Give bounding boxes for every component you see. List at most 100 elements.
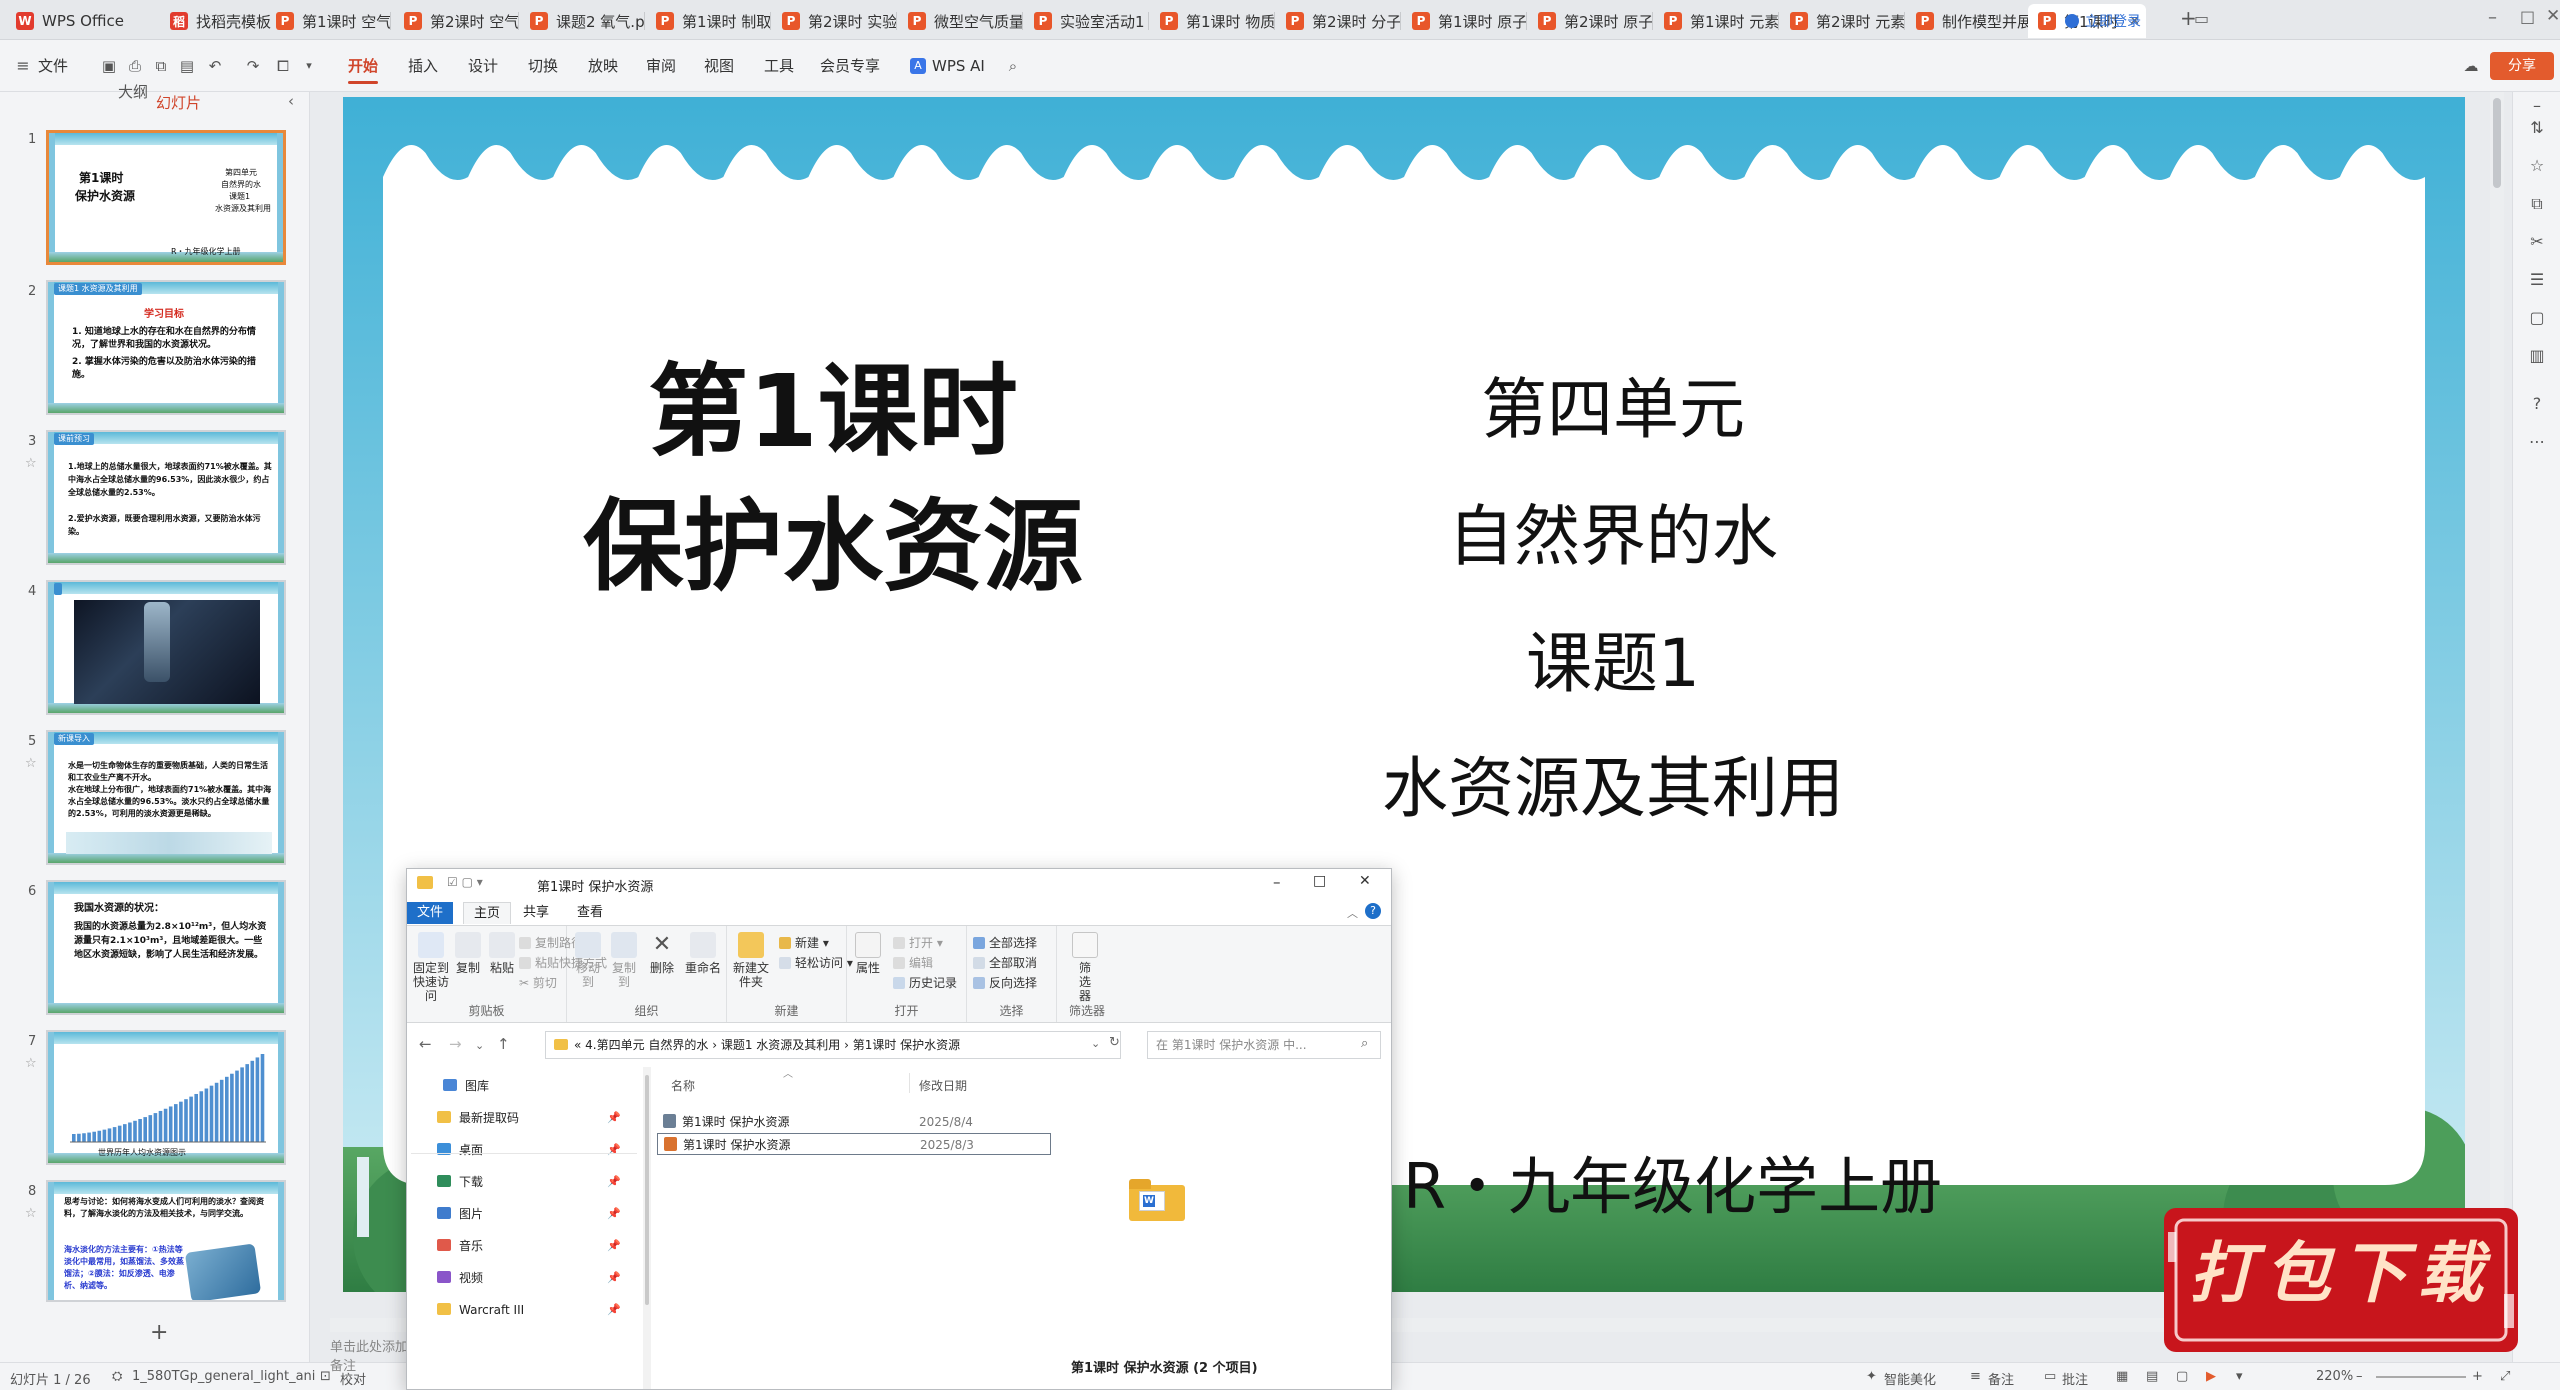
book-icon[interactable]: ▥ bbox=[2527, 346, 2547, 366]
menu-file[interactable]: 文件 bbox=[38, 40, 68, 92]
maximize-icon[interactable]: □ bbox=[1313, 873, 1326, 889]
download-promo-badge[interactable]: 打包下载 bbox=[2160, 1204, 2522, 1356]
new-folder-button[interactable]: 新建文件夹 bbox=[731, 932, 771, 989]
slide-thumbnail-1[interactable]: 第1课时 保护水资源 第四单元 自然界的水 课题1 水资源及其利用 R・九年级化… bbox=[46, 130, 286, 265]
recent-icon[interactable]: ⌄ bbox=[475, 1039, 484, 1052]
document-tab[interactable]: P 第1课时 原子的 bbox=[1402, 4, 1526, 38]
slide-thumbnail-5[interactable]: 新课导入 水是一切生命物体生存的重要物质基础，人类的日常生活和工农业生产离不开水… bbox=[46, 730, 286, 865]
forward-icon[interactable]: → bbox=[449, 1035, 462, 1053]
nav-videos[interactable]: 视频 📌 bbox=[437, 1265, 637, 1291]
document-tab[interactable]: P 第1课时 制取氧 bbox=[646, 4, 770, 38]
notes-placeholder[interactable]: 单击此处添加备注 bbox=[330, 1336, 410, 1374]
slide-unit[interactable]: 第四单元 bbox=[1343, 370, 1883, 450]
nav-warcraft[interactable]: Warcraft III 📌 bbox=[437, 1297, 637, 1323]
pin-quick-access-button[interactable]: 固定到快速访问 bbox=[411, 932, 451, 1003]
search-icon[interactable]: ⌕ bbox=[1004, 57, 1022, 75]
invert-selection-button[interactable]: 反向选择 bbox=[973, 974, 1037, 991]
hamburger-icon[interactable]: ≡ bbox=[14, 57, 32, 75]
delete-button[interactable]: ✕ 删除 bbox=[645, 932, 679, 975]
tab-wps-home[interactable]: W WPS Office bbox=[6, 4, 156, 38]
up-icon[interactable]: ↑ bbox=[497, 1035, 510, 1053]
history-button[interactable]: 历史记录 bbox=[893, 974, 957, 991]
ribbon-tab-home[interactable]: 主页 bbox=[463, 902, 512, 924]
document-tab[interactable]: P 第2课时 空气是 bbox=[394, 4, 518, 38]
ribbon-tab-share[interactable]: 共享 bbox=[513, 902, 559, 924]
play-options-icon[interactable]: ▾ bbox=[2236, 1369, 2243, 1384]
document-tab[interactable]: P 第1课时 物质由 bbox=[1150, 4, 1274, 38]
address-bar[interactable]: « 4.第四单元 自然界的水 › 课题1 水资源及其利用 › 第1课时 保护水资… bbox=[545, 1031, 1121, 1059]
slide-thumbnail-6[interactable]: 我国水资源的状况： 我国的水资源总量为2.8×10¹²m³，但人均水资源量只有2… bbox=[46, 880, 286, 1015]
edit-button[interactable]: 编辑 bbox=[893, 954, 933, 971]
slide-lesson-name[interactable]: 水资源及其利用 bbox=[1263, 749, 1963, 829]
ribbon-tab-view[interactable]: 查看 bbox=[567, 902, 613, 924]
star-icon[interactable]: ☆ bbox=[25, 1056, 37, 1071]
quick-access-toolbar-icon[interactable]: ☑ ▢ ▾ bbox=[447, 875, 483, 889]
share-button[interactable]: 分享 bbox=[2490, 52, 2554, 80]
open-button[interactable]: 打开 ▾ bbox=[893, 934, 943, 951]
star-icon[interactable]: ☆ bbox=[25, 1206, 37, 1221]
maximize-icon[interactable]: □ bbox=[2520, 7, 2535, 26]
menu-item[interactable]: 视图 bbox=[704, 40, 734, 92]
menu-item[interactable]: 设计 bbox=[468, 40, 498, 92]
menu-wps-ai[interactable]: WPS AI bbox=[932, 40, 985, 92]
copy-button[interactable]: 复制 bbox=[453, 932, 483, 975]
move-to-button[interactable]: 移动到 bbox=[571, 932, 605, 989]
document-tab[interactable]: P 第2课时 分子可 bbox=[1276, 4, 1400, 38]
zoom-level[interactable]: 220% bbox=[2316, 1369, 2353, 1384]
slide-title-lesson[interactable]: 第1课时 bbox=[593, 352, 1073, 472]
new-item-button[interactable]: 新建 ▾ bbox=[779, 934, 829, 951]
filter-button[interactable]: 筛选器 bbox=[1067, 932, 1103, 1003]
settings-icon[interactable]: ☰ bbox=[2527, 270, 2547, 290]
fit-icon[interactable]: ⤢ bbox=[2500, 1369, 2510, 1384]
chevron-up-icon[interactable]: ︿ bbox=[1347, 905, 1358, 921]
column-date[interactable]: 修改日期 bbox=[919, 1077, 967, 1094]
menu-item[interactable]: 放映 bbox=[588, 40, 618, 92]
play-icon[interactable]: ▶ bbox=[2206, 1369, 2216, 1384]
ribbon-tab-file[interactable]: 文件 bbox=[407, 902, 454, 924]
zoom-slider[interactable] bbox=[2376, 1376, 2466, 1378]
menu-item[interactable]: 审阅 bbox=[646, 40, 676, 92]
normal-view-icon[interactable]: ▦ bbox=[2116, 1369, 2128, 1384]
address-dropdown-icon[interactable]: ⌄ bbox=[1091, 1037, 1100, 1050]
help-icon[interactable]: ? bbox=[2527, 394, 2547, 414]
nav-gallery[interactable]: 图库 bbox=[443, 1073, 643, 1099]
close-icon[interactable]: ✕ bbox=[1359, 873, 1371, 889]
beautify-button[interactable]: 智能美化 bbox=[1884, 1369, 1936, 1388]
select-none-button[interactable]: 全部取消 bbox=[973, 954, 1037, 971]
document-tab[interactable]: P 微型空气质量 bbox=[898, 4, 1022, 38]
slide-title-topic[interactable]: 保护水资源 bbox=[493, 487, 1173, 607]
select-all-button[interactable]: 全部选择 bbox=[973, 934, 1037, 951]
reading-view-icon[interactable]: ▢ bbox=[2176, 1369, 2188, 1384]
vertical-scrollbar[interactable] bbox=[2490, 92, 2504, 1332]
theme-name[interactable]: 1_580TGp_general_light_ani bbox=[132, 1369, 315, 1384]
document-tab[interactable]: P 第1课时 元素及 bbox=[1654, 4, 1778, 38]
minimize-icon[interactable]: – bbox=[2488, 7, 2497, 28]
back-icon[interactable]: ← bbox=[419, 1035, 432, 1053]
slide-lesson-number[interactable]: 课题1 bbox=[1343, 624, 1883, 704]
format-painter-icon[interactable]: ⧠ bbox=[274, 57, 292, 75]
menu-item[interactable]: 工具 bbox=[764, 40, 794, 92]
document-tab[interactable]: P 第2课时 实验室 bbox=[772, 4, 896, 38]
tab-slides[interactable]: 幻灯片 bbox=[156, 92, 201, 113]
zoom-out-icon[interactable]: – bbox=[2356, 1369, 2363, 1384]
sync-icon[interactable]: ☁ bbox=[2462, 57, 2480, 75]
slide-footer[interactable]: R・九年级化学上册 bbox=[1403, 1147, 2063, 1227]
new-tab-button[interactable]: + bbox=[2180, 6, 2197, 30]
nav-recent-codes[interactable]: 最新提取码 📌 bbox=[437, 1105, 637, 1131]
notes-button[interactable]: 备注 bbox=[1988, 1369, 2014, 1388]
document-tab[interactable]: P 第2课时 元素周 bbox=[1780, 4, 1904, 38]
document-tab[interactable]: P 第2课时 原子核 bbox=[1528, 4, 1652, 38]
print-icon[interactable]: ⎙ bbox=[126, 57, 144, 75]
document-tab[interactable]: P 实验室活动1 氧 bbox=[1024, 4, 1148, 38]
nav-music[interactable]: 音乐 📌 bbox=[437, 1233, 637, 1259]
add-slide-button[interactable]: + bbox=[150, 1320, 168, 1345]
slide-thumbnail-7[interactable]: 世界历年人均水资源图示 bbox=[46, 1030, 286, 1165]
document-tab[interactable]: P 制作模型并展示 bbox=[1906, 4, 2030, 38]
cut-button[interactable]: ✂ 剪切 bbox=[519, 974, 557, 991]
nav-desktop[interactable]: 桌面 📌 bbox=[437, 1137, 637, 1163]
slide-unit-name[interactable]: 自然界的水 bbox=[1343, 497, 1883, 577]
document-tab[interactable]: P 第1课时 空气的 bbox=[266, 4, 390, 38]
refresh-icon[interactable]: ↻ bbox=[1109, 1035, 1120, 1050]
save-icon[interactable]: ▣ bbox=[100, 57, 118, 75]
menu-item[interactable]: 开始 bbox=[348, 40, 379, 92]
